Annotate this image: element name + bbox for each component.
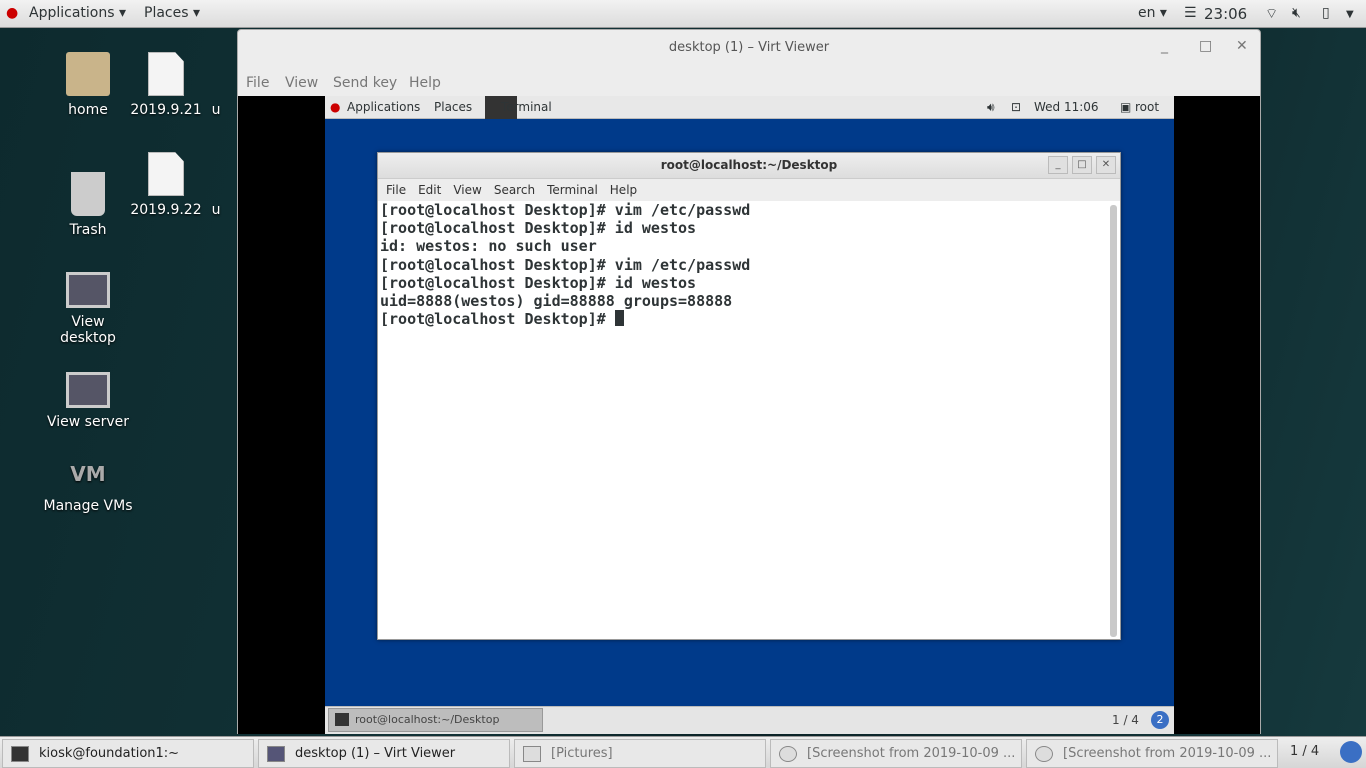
notification-badge[interactable]: 2 [1151,711,1169,729]
chevron-down-icon[interactable]: ▼ [1346,9,1354,20]
task-label: desktop (1) – Virt Viewer [295,746,456,761]
maximize-button[interactable]: □ [1199,38,1212,54]
desktop-icon-manage-vms[interactable]: VM Manage VMs [43,462,133,514]
volume-muted-icon[interactable]: 🔇︎ [1292,5,1301,21]
guest-terminal-app[interactable]: Terminal [501,100,552,114]
guest-screen[interactable]: ● Applications Places Terminal 🔊︎ ⊡ Wed … [325,96,1174,734]
guest-places-menu[interactable]: Places [434,100,472,114]
home-folder-icon [66,52,110,96]
desktop-icon-trash[interactable]: Trash [43,172,133,238]
window-title: desktop (1) – Virt Viewer [668,40,830,55]
workspace-indicator[interactable]: 1 / 4 [1290,744,1319,759]
task-label: root@localhost:~/Desktop [355,713,500,726]
terminal-line: [root@localhost Desktop]# id westos [380,219,697,238]
task-label: [Screenshot from 2019-10-09 ... [807,746,1016,761]
close-button[interactable]: ✕ [1096,156,1116,174]
file-cabinet-icon [523,746,541,762]
language-selector[interactable]: en ▾ [1138,5,1167,21]
icon-label: u [211,102,221,118]
task-label: [Screenshot from 2019-10-09 ... [1063,746,1272,761]
monitor-icon [66,272,110,308]
guest-display[interactable]: ● Applications Places Terminal 🔊︎ ⊡ Wed … [238,96,1260,734]
terminal-window: root@localhost:~/Desktop _ □ ✕ File Edit V… [377,152,1121,640]
close-button[interactable]: ✕ [1236,38,1248,54]
terminal-line: [root@localhost Desktop]# id westos [380,273,697,292]
menu-send-key[interactable]: Send key [333,75,397,91]
menu-help[interactable]: Help [409,75,441,91]
minimize-button[interactable]: _ [1161,38,1168,54]
menu-file[interactable]: File [386,183,406,197]
applications-menu[interactable]: Applications ▾ [29,5,126,21]
wifi-icon[interactable]: ⌔ [1265,5,1278,23]
terminal-icon [335,713,349,726]
icon-label: Trash [69,222,107,238]
menu-help[interactable]: Help [610,183,637,197]
task-screenshot[interactable]: [Screenshot from 2019-10-09 ... [1026,739,1278,768]
minimize-button[interactable]: _ [1048,156,1068,174]
text-cursor [614,310,624,327]
guest-applications-menu[interactable]: Applications [347,100,420,114]
task-pictures[interactable]: [Pictures] [514,739,766,768]
image-viewer-icon [1035,746,1053,762]
icon-label: View server [47,414,129,430]
virt-viewer-window: desktop (1) – Virt Viewer _ □ ✕ File Vie… [237,29,1261,734]
terminal-output[interactable]: [root@localhost Desktop]# vim /etc/passw… [380,201,1110,637]
volume-icon[interactable]: 🔊︎ [987,100,995,115]
monitor-icon [66,372,110,408]
task-virt-viewer[interactable]: desktop (1) – Virt Viewer [258,739,510,768]
menu-file[interactable]: File [246,75,269,91]
guest-clock[interactable]: Wed 11:06 [1034,100,1099,114]
guest-user-menu[interactable]: root [1135,100,1159,114]
vm-logo-icon: VM [70,462,106,486]
icon-label: u [211,202,221,218]
terminal-line: id: westos: no such user [380,237,597,256]
menu-terminal[interactable]: Terminal [547,183,598,197]
desktop-icon-view-server[interactable]: View server [43,372,133,430]
desktop-icon-home[interactable]: home [43,52,133,118]
menu-search[interactable]: Search [494,183,535,197]
places-menu[interactable]: Places ▾ [144,5,200,21]
menu-view[interactable]: View [453,183,481,197]
task-terminal[interactable]: kiosk@foundation1:~ [2,739,254,768]
icon-label: Manage VMs [43,498,133,514]
scrollbar[interactable] [1110,205,1117,637]
terminal-line: uid=8888(westos) gid=88888 groups=88888 [380,292,733,311]
terminal-line: [root@localhost Desktop]# vim /etc/passw… [380,255,751,274]
clock[interactable]: 23:06 [1204,5,1247,23]
task-screenshot[interactable]: [Screenshot from 2019-10-09 ... [770,739,1022,768]
terminal-menubar: File Edit View Search Terminal Help [378,179,1120,201]
menu-edit[interactable]: Edit [418,183,441,197]
document-icon [148,152,184,196]
guest-task-terminal[interactable]: root@localhost:~/Desktop [328,708,543,732]
image-viewer-icon [779,746,797,762]
maximize-button[interactable]: □ [1072,156,1092,174]
redhat-logo-icon: ● [6,5,19,21]
monitor-icon [267,746,285,762]
menu-lines-icon: ☰ [1184,5,1197,21]
battery-icon[interactable]: ▯ [1322,5,1330,21]
terminal-title: root@localhost:~/Desktop [378,153,1120,179]
bottom-taskbar: kiosk@foundation1:~ desktop (1) – Virt V… [0,736,1366,768]
terminal-line: [root@localhost Desktop]# vim /etc/passw… [380,201,751,219]
trash-icon [71,172,105,216]
icon-label: home [68,102,108,118]
desktop-icon-view-desktop[interactable]: View desktop [43,272,133,346]
document-icon [148,52,184,96]
network-icon[interactable]: ⊡ [1011,100,1021,114]
terminal-icon [11,746,29,762]
redhat-logo-icon: ● [330,100,341,114]
task-label: [Pictures] [551,746,613,761]
terminal-prompt: [root@localhost Desktop]# [380,310,615,329]
task-label: kiosk@foundation1:~ [39,746,180,761]
user-icon: ▣ [1120,100,1132,114]
top-panel: ● Applications ▾ Places ▾ en ▾ ☰ 23:06 ⌔… [0,0,1366,28]
notification-icon[interactable] [1340,741,1362,763]
menu-view[interactable]: View [285,75,318,91]
icon-label: View desktop [60,314,116,346]
guest-top-panel: ● Applications Places Terminal 🔊︎ ⊡ Wed … [325,96,1174,119]
guest-bottom-panel: root@localhost:~/Desktop 1 / 4 2 [325,706,1174,734]
workspace-indicator[interactable]: 1 / 4 [1112,713,1139,727]
